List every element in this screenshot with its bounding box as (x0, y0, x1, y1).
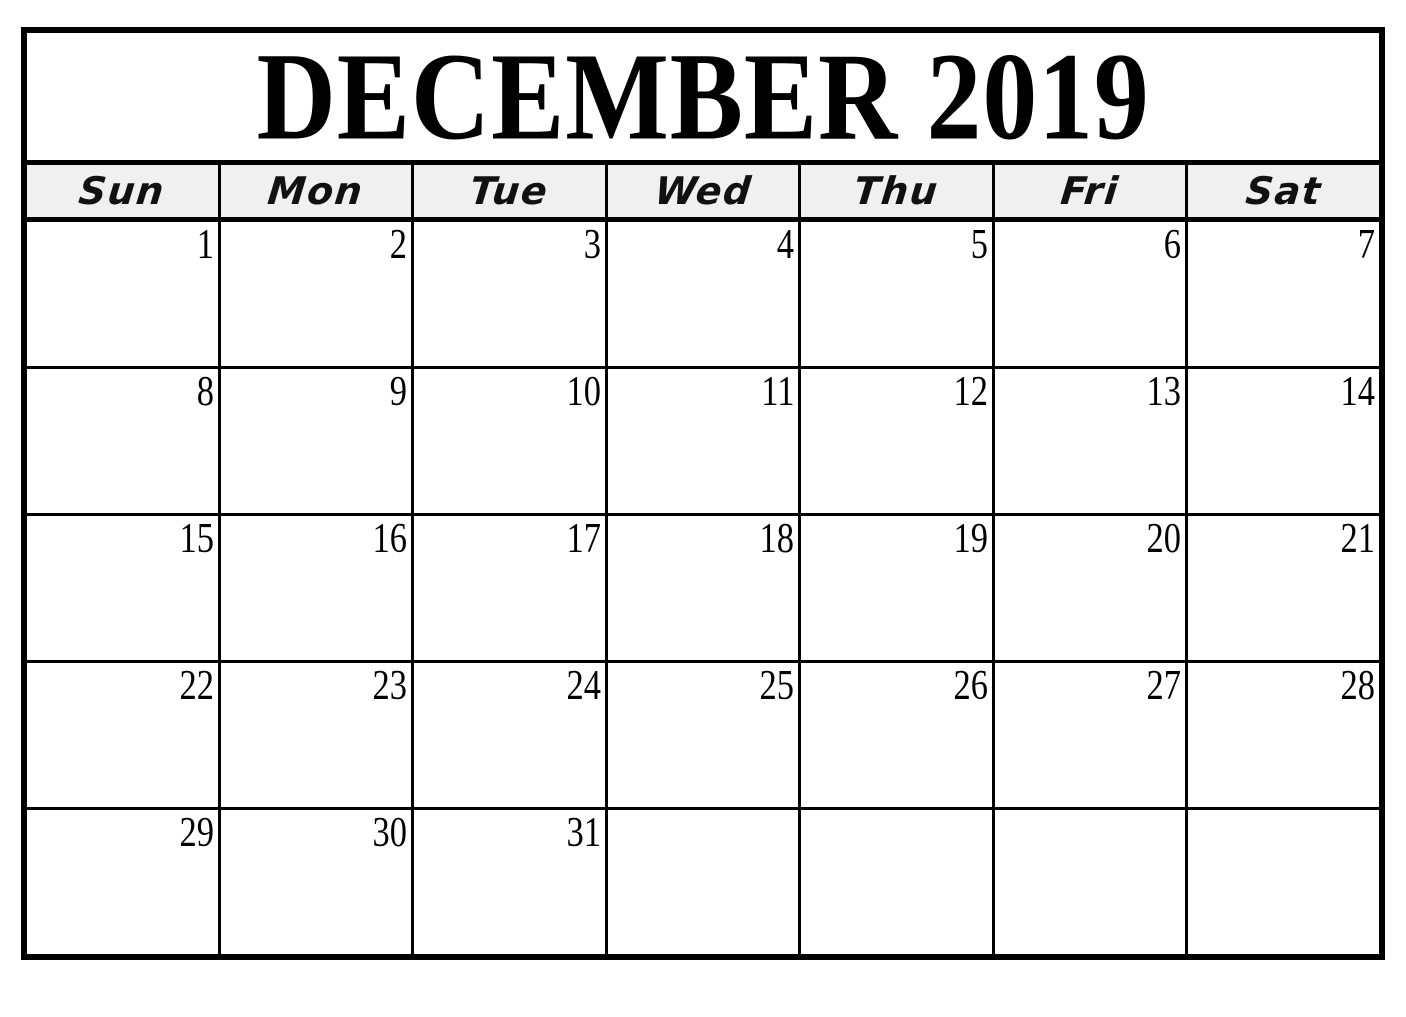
day-number: 14 (1340, 369, 1376, 415)
week-row: 1 2 3 4 5 6 7 (27, 222, 1380, 369)
day-number: 24 (566, 663, 601, 709)
day-cell[interactable]: 28 (1188, 663, 1380, 807)
weekday-label: Sun (76, 169, 168, 213)
day-cell[interactable]: 12 (801, 369, 995, 513)
day-cell[interactable]: 10 (414, 369, 608, 513)
day-number: 26 (953, 663, 988, 709)
day-number: 31 (566, 810, 601, 856)
day-cell[interactable] (1188, 810, 1380, 954)
day-number: 8 (196, 369, 214, 415)
day-cell[interactable]: 2 (220, 222, 415, 366)
day-number: 21 (1340, 516, 1376, 562)
day-number: 9 (389, 369, 408, 415)
calendar-title-row: DECEMBER 2019 (27, 33, 1379, 160)
day-number: 29 (179, 810, 214, 856)
weekday-header-sun: Sun (27, 165, 221, 217)
day-cell[interactable] (994, 810, 1189, 954)
day-cell[interactable]: 7 (1188, 222, 1380, 366)
day-cell[interactable]: 30 (220, 810, 415, 954)
day-cell[interactable]: 29 (27, 810, 221, 954)
weekday-header-wed: Wed (607, 165, 802, 217)
weekday-label: Sat (1243, 169, 1324, 213)
weekday-label: Wed (652, 169, 754, 213)
day-cell[interactable]: 11 (607, 369, 802, 513)
calendar-frame: DECEMBER 2019 Sun Mon Tue Wed Thu Fri Sa… (21, 27, 1385, 960)
day-cell[interactable]: 26 (801, 663, 995, 807)
day-cell[interactable]: 8 (27, 369, 221, 513)
day-number: 18 (759, 516, 795, 562)
day-number: 13 (1147, 369, 1182, 415)
day-cell[interactable]: 22 (27, 663, 221, 807)
day-number: 20 (1147, 516, 1182, 562)
day-number: 5 (970, 222, 988, 268)
day-number: 23 (372, 663, 408, 709)
day-number: 3 (583, 222, 601, 268)
day-number: 12 (953, 369, 988, 415)
day-cell[interactable]: 16 (220, 516, 415, 660)
day-number: 11 (761, 369, 795, 415)
calendar-day-grid: 1 2 3 4 5 6 7 8 9 10 11 12 13 14 15 16 1… (27, 222, 1380, 954)
day-cell[interactable]: 17 (414, 516, 608, 660)
day-cell[interactable]: 20 (994, 516, 1189, 660)
day-number: 28 (1340, 663, 1376, 709)
weekday-label: Thu (852, 169, 942, 213)
day-cell[interactable]: 9 (220, 369, 415, 513)
day-number: 17 (566, 516, 601, 562)
day-cell[interactable]: 3 (414, 222, 608, 366)
weekday-header-mon: Mon (220, 165, 415, 217)
week-row: 8 9 10 11 12 13 14 (27, 369, 1380, 516)
day-cell[interactable]: 24 (414, 663, 608, 807)
week-row: 29 30 31 (27, 810, 1380, 954)
day-number: 6 (1164, 222, 1182, 268)
day-number: 4 (777, 222, 795, 268)
day-cell[interactable]: 5 (801, 222, 995, 366)
day-cell[interactable]: 27 (994, 663, 1189, 807)
weekday-header-tue: Tue (414, 165, 608, 217)
day-number: 27 (1147, 663, 1182, 709)
weekday-header-thu: Thu (801, 165, 995, 217)
weekday-header-fri: Fri (994, 165, 1189, 217)
week-row: 22 23 24 25 26 27 28 (27, 663, 1380, 810)
weekday-header-sat: Sat (1188, 165, 1380, 217)
weekday-header-row: Sun Mon Tue Wed Thu Fri Sat (27, 160, 1380, 222)
day-number: 2 (389, 222, 408, 268)
day-cell[interactable]: 15 (27, 516, 221, 660)
day-cell[interactable]: 21 (1188, 516, 1380, 660)
day-cell[interactable]: 1 (27, 222, 221, 366)
day-cell[interactable] (607, 810, 802, 954)
weekday-label: Fri (1058, 169, 1122, 213)
day-cell[interactable]: 13 (994, 369, 1189, 513)
day-cell[interactable]: 25 (607, 663, 802, 807)
day-number: 15 (179, 516, 214, 562)
day-number: 1 (196, 222, 214, 268)
day-number: 10 (566, 369, 601, 415)
calendar-page: DECEMBER 2019 Sun Mon Tue Wed Thu Fri Sa… (0, 0, 1406, 1017)
day-cell[interactable]: 31 (414, 810, 608, 954)
day-cell[interactable]: 19 (801, 516, 995, 660)
day-cell[interactable]: 14 (1188, 369, 1380, 513)
day-number: 19 (953, 516, 988, 562)
week-row: 15 16 17 18 19 20 21 (27, 516, 1380, 663)
day-number: 22 (179, 663, 214, 709)
day-number: 30 (372, 810, 408, 856)
day-number: 25 (759, 663, 795, 709)
weekday-label: Tue (467, 169, 551, 213)
weekday-label: Mon (265, 169, 366, 213)
day-cell[interactable]: 23 (220, 663, 415, 807)
day-cell[interactable] (801, 810, 995, 954)
day-number: 7 (1357, 222, 1376, 268)
day-cell[interactable]: 4 (607, 222, 802, 366)
page-title: DECEMBER 2019 (256, 33, 1150, 160)
day-number: 16 (372, 516, 408, 562)
day-cell[interactable]: 18 (607, 516, 802, 660)
day-cell[interactable]: 6 (994, 222, 1189, 366)
